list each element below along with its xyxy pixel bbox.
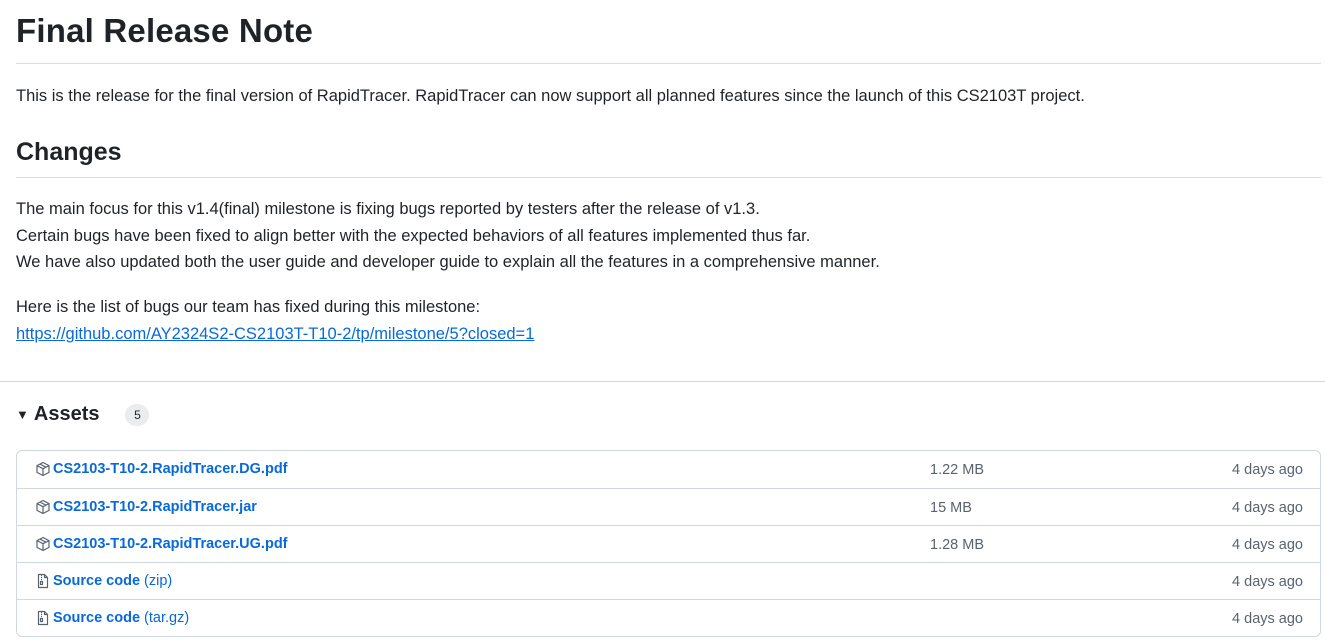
asset-size: 15 MB bbox=[930, 500, 972, 516]
asset-link-ug-pdf[interactable]: CS2103-T10-2.RapidTracer.UG.pdf bbox=[53, 536, 288, 552]
asset-name: CS2103-T10-2.RapidTracer.UG.pdf bbox=[53, 536, 288, 552]
changes-paragraph: The main focus for this v1.4(final) mile… bbox=[16, 196, 880, 276]
asset-size: 1.28 MB bbox=[930, 537, 984, 553]
asset-name: CS2103-T10-2.RapidTracer.DG.pdf bbox=[53, 461, 288, 477]
asset-size: 1.22 MB bbox=[930, 462, 984, 478]
release-title: Final Release Note bbox=[16, 12, 314, 49]
asset-link-dg-pdf[interactable]: CS2103-T10-2.RapidTracer.DG.pdf bbox=[53, 461, 288, 477]
package-icon bbox=[36, 461, 50, 477]
asset-row: Source code (tar.gz) 4 days ago bbox=[17, 599, 1320, 636]
assets-count-badge: 5 bbox=[125, 403, 150, 426]
asset-date: 4 days ago bbox=[1232, 462, 1303, 478]
asset-ext: (zip) bbox=[140, 573, 173, 589]
asset-date: 4 days ago bbox=[1232, 537, 1303, 553]
changes-line-1: The main focus for this v1.4(final) mile… bbox=[16, 200, 760, 218]
package-icon bbox=[36, 536, 50, 552]
bugs-paragraph: Here is the list of bugs our team has fi… bbox=[16, 294, 534, 347]
changes-line-2: Certain bugs have been fixed to align be… bbox=[16, 226, 811, 245]
asset-name: Source code bbox=[53, 573, 141, 589]
changes-heading: Changes bbox=[16, 138, 122, 166]
asset-link-jar[interactable]: CS2103-T10-2.RapidTracer.jar bbox=[53, 499, 257, 515]
file-zip-icon bbox=[37, 610, 49, 626]
asset-date: 4 days ago bbox=[1232, 574, 1303, 590]
milestone-link[interactable]: https://github.com/AY2324S2-CS2103T-T10-… bbox=[16, 325, 534, 343]
asset-row: CS2103-T10-2.RapidTracer.UG.pdf 1.28 MB … bbox=[17, 525, 1320, 562]
package-icon bbox=[36, 499, 50, 515]
asset-row: CS2103-T10-2.RapidTracer.jar 15 MB 4 day… bbox=[17, 488, 1320, 525]
title-divider bbox=[16, 63, 1321, 64]
assets-list: CS2103-T10-2.RapidTracer.DG.pdf 1.22 MB … bbox=[16, 450, 1321, 637]
assets-toggle[interactable]: ▼ Assets 5 bbox=[16, 403, 150, 426]
bugs-intro: Here is the list of bugs our team has fi… bbox=[16, 298, 481, 316]
asset-name: CS2103-T10-2.RapidTracer.jar bbox=[53, 499, 257, 515]
release-intro: This is the release for the final versio… bbox=[16, 87, 1085, 105]
source-code-targz-link[interactable]: Source code (tar.gz) bbox=[53, 610, 189, 626]
asset-date: 4 days ago bbox=[1232, 611, 1303, 627]
asset-date: 4 days ago bbox=[1232, 500, 1303, 516]
asset-name: Source code bbox=[53, 610, 141, 626]
triangle-down-icon: ▼ bbox=[16, 407, 29, 422]
changes-divider bbox=[16, 177, 1321, 178]
asset-ext: (tar.gz) bbox=[140, 610, 190, 626]
asset-row: CS2103-T10-2.RapidTracer.DG.pdf 1.22 MB … bbox=[17, 451, 1320, 488]
assets-title: Assets bbox=[33, 403, 100, 425]
section-divider bbox=[0, 381, 1325, 382]
file-zip-icon bbox=[37, 573, 49, 589]
source-code-zip-link[interactable]: Source code (zip) bbox=[53, 573, 172, 589]
changes-line-3: We have also updated both the user guide… bbox=[16, 253, 880, 271]
asset-row: Source code (zip) 4 days ago bbox=[17, 562, 1320, 599]
